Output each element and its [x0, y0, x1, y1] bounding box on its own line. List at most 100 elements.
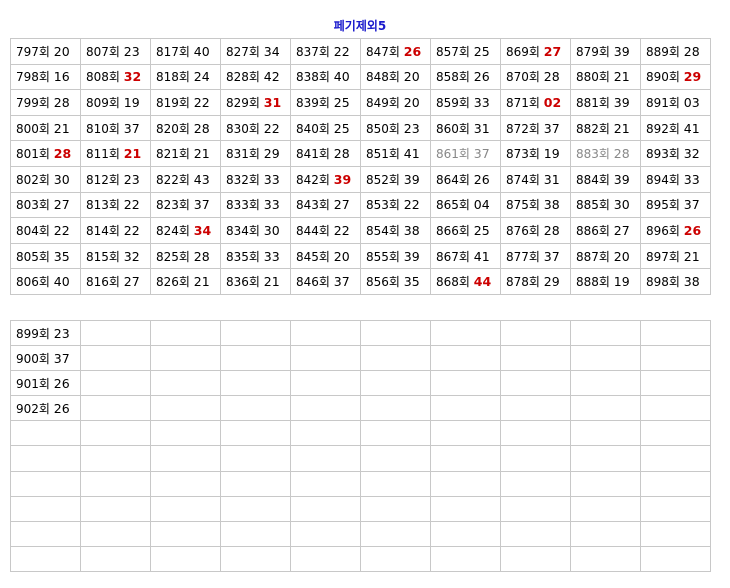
table-cell: 833회 33 [220, 191, 291, 219]
table-cell: 870회 28 [500, 63, 571, 91]
table-cell [150, 545, 221, 572]
table-cell [640, 495, 711, 522]
round-label: 891회 [646, 95, 680, 110]
round-number: 41 [683, 120, 700, 136]
table-cell [360, 495, 431, 522]
table-cell [290, 370, 361, 397]
round-number: 19 [123, 94, 140, 110]
table-cell: 853회 22 [360, 191, 431, 219]
round-number: 42 [263, 69, 280, 85]
table-cell [360, 319, 431, 347]
round-label: 828회 [226, 70, 260, 85]
round-label: 804회 [16, 223, 50, 238]
round-label: 844회 [296, 223, 330, 238]
table-cell [150, 319, 221, 347]
table-cell [430, 495, 501, 522]
round-number: 26 [473, 69, 490, 85]
table-cell: 860회 31 [430, 114, 501, 142]
round-number: 22 [123, 222, 140, 238]
table-cell [640, 319, 711, 347]
round-label: 809회 [86, 95, 120, 110]
round-label: 808회 [86, 70, 120, 85]
table-cell [290, 495, 361, 522]
round-number: 27 [123, 274, 140, 290]
round-number: 39 [613, 171, 630, 187]
table-cell: 823회 37 [150, 191, 221, 219]
round-label: 801회 [16, 147, 50, 162]
round-number: 37 [333, 274, 350, 290]
round-label: 830회 [226, 121, 260, 136]
round-number: 28 [193, 120, 210, 136]
round-label: 817회 [156, 44, 190, 59]
table-cell [290, 445, 361, 472]
table-row [10, 545, 711, 572]
table-cell: 828회 42 [220, 63, 291, 91]
round-label: 873회 [506, 147, 540, 162]
table-cell: 819회 22 [150, 89, 221, 116]
table-row [10, 495, 711, 522]
table-cell [220, 345, 291, 372]
round-label: 851회 [366, 147, 400, 162]
table-cell [290, 345, 361, 372]
table-cell: 830회 22 [220, 114, 291, 142]
table-row: 900회 37 [10, 345, 711, 372]
table-cell: 865회 04 [430, 191, 501, 219]
round-label: 868회 [436, 275, 470, 290]
table-cell: 849회 20 [360, 89, 431, 116]
round-number: 20 [403, 94, 420, 110]
table-cell: 835회 33 [220, 242, 291, 270]
round-number: 22 [123, 197, 140, 213]
table-cell [150, 370, 221, 397]
round-label: 845회 [296, 249, 330, 264]
draw-results-table-continued: 899회 23 900회 37 901회 26 902회 26 [10, 319, 711, 572]
round-number: 20 [53, 43, 70, 59]
table-cell [570, 545, 641, 572]
table-row: 799회 28 809회 19 819회 22 829회 31 839회 25 849회 … [10, 89, 711, 116]
round-label: 811회 [86, 147, 120, 162]
table-cell: 884회 39 [570, 165, 641, 193]
round-number: 40 [333, 69, 350, 85]
round-number: 37 [53, 350, 70, 366]
table-cell [640, 445, 711, 472]
round-number: 39 [333, 171, 352, 187]
table-cell [640, 395, 711, 422]
round-label: 800회 [16, 121, 50, 136]
table-cell [220, 420, 291, 447]
table-cell [430, 445, 501, 472]
table-cell [220, 545, 291, 572]
round-label: 835회 [226, 249, 260, 264]
table-cell: 901회 26 [10, 370, 81, 397]
round-number: 29 [683, 69, 702, 85]
table-row [10, 520, 711, 547]
round-label: 837회 [296, 44, 330, 59]
round-label: 854회 [366, 223, 400, 238]
table-cell [500, 495, 571, 522]
table-cell [80, 370, 151, 397]
round-number: 33 [473, 94, 490, 110]
round-number: 21 [123, 146, 142, 162]
table-cell: 856회 35 [360, 268, 431, 295]
round-number: 21 [193, 146, 210, 162]
round-label: 885회 [576, 198, 610, 213]
table-cell [500, 520, 571, 547]
page-title: 페기제외5 [333, 19, 387, 33]
round-label: 901회 [16, 376, 50, 391]
round-number: 27 [53, 197, 70, 213]
table-cell: 811회 21 [80, 140, 151, 167]
table-cell [10, 520, 81, 547]
round-number: 28 [53, 146, 72, 162]
round-label: 898회 [646, 275, 680, 290]
round-number: 25 [473, 222, 490, 238]
table-cell: 829회 31 [220, 89, 291, 116]
round-number: 19 [543, 146, 560, 162]
table-cell [80, 319, 151, 347]
round-label: 856회 [366, 275, 400, 290]
table-cell: 808회 32 [80, 63, 151, 91]
round-number: 26 [683, 222, 702, 238]
round-number: 27 [543, 43, 562, 59]
table-cell [150, 345, 221, 372]
round-label: 853회 [366, 198, 400, 213]
round-number: 16 [53, 69, 70, 85]
round-number: 23 [123, 171, 140, 187]
table-cell: 859회 33 [430, 89, 501, 116]
